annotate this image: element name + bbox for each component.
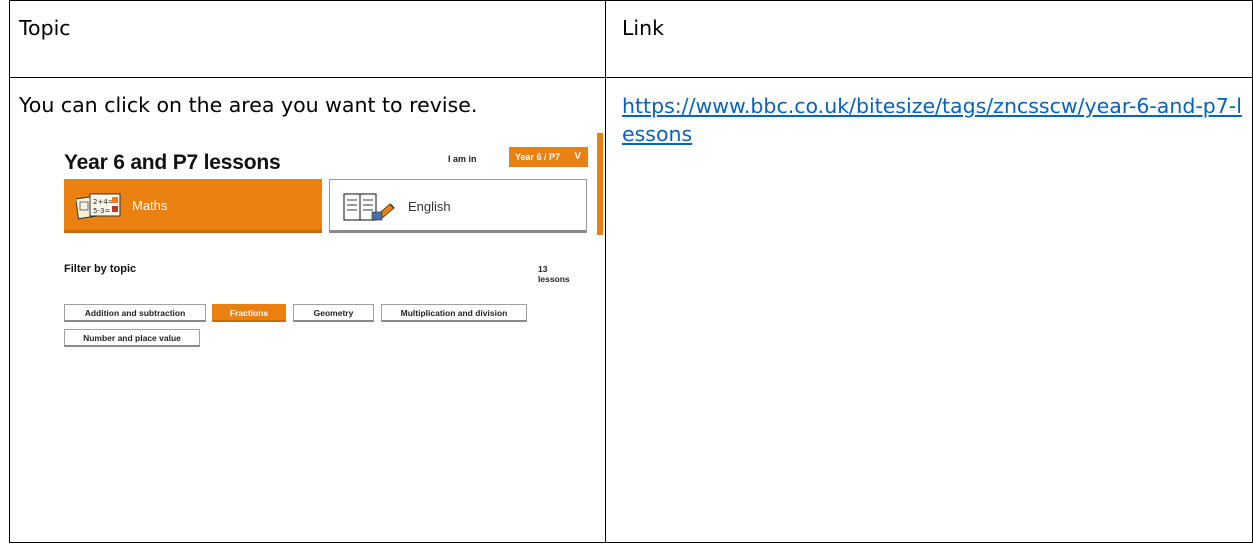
tab-english-label: English — [408, 199, 451, 214]
maths-cards-icon: 2+4= 5-3= — [75, 191, 124, 226]
year-select[interactable]: Year 6 / P7 V — [509, 147, 588, 167]
topic-cell: You can click on the area you want to re… — [9, 77, 606, 543]
topic-pill-multiplication-division[interactable]: Multiplication and division — [381, 304, 527, 322]
header-cell-link: Link — [605, 0, 1253, 78]
table-row: You can click on the area you want to re… — [9, 77, 1253, 543]
table-header-row: Topic Link — [9, 0, 1253, 78]
topic-pill-label: Geometry — [313, 307, 354, 318]
bitesize-link[interactable]: https://www.bbc.co.uk/bitesize/tags/zncs… — [606, 78, 1252, 148]
header-cell-topic: Topic — [9, 0, 606, 78]
year-select-value: Year 6 / P7 — [515, 152, 561, 162]
link-cell: https://www.bbc.co.uk/bitesize/tags/zncs… — [605, 77, 1253, 543]
scrollbar[interactable] — [597, 133, 603, 235]
tab-maths[interactable]: 2+4= 5-3= Maths — [64, 179, 322, 233]
topic-pill-label: Addition and subtraction — [84, 307, 186, 318]
topic-pill-label: Multiplication and division — [400, 307, 508, 318]
tab-maths-label: Maths — [132, 198, 168, 213]
lesson-count: 13 lessons — [538, 264, 570, 284]
topic-instruction-text: You can click on the area you want to re… — [19, 93, 478, 117]
header-topic-label: Topic — [19, 16, 71, 40]
topic-link-table: Topic Link You can click on the area you… — [9, 0, 1253, 543]
svg-text:2+4=: 2+4= — [93, 198, 114, 206]
topic-pill-number-place-value[interactable]: Number and place value — [64, 329, 200, 347]
page-title: Year 6 and P7 lessons — [64, 151, 281, 174]
topic-pill-label: Fractions — [229, 307, 269, 318]
tab-english[interactable]: English — [329, 179, 587, 233]
i-am-in-label: I am in — [448, 154, 477, 164]
topic-pill-geometry[interactable]: Geometry — [293, 304, 374, 322]
topic-pill-addition-subtraction[interactable]: Addition and subtraction — [64, 304, 206, 322]
topic-pill-label: Number and place value — [83, 332, 181, 343]
svg-text:5-3=: 5-3= — [93, 207, 110, 215]
filter-heading: Filter by topic — [64, 263, 137, 275]
chevron-down-icon: V — [574, 151, 581, 162]
header-link-label: Link — [622, 16, 664, 40]
english-book-icon — [342, 192, 398, 229]
topic-pill-fractions[interactable]: Fractions — [212, 304, 286, 322]
bitesize-screenshot: Year 6 and P7 lessons I am in Year 6 / P… — [16, 133, 603, 393]
